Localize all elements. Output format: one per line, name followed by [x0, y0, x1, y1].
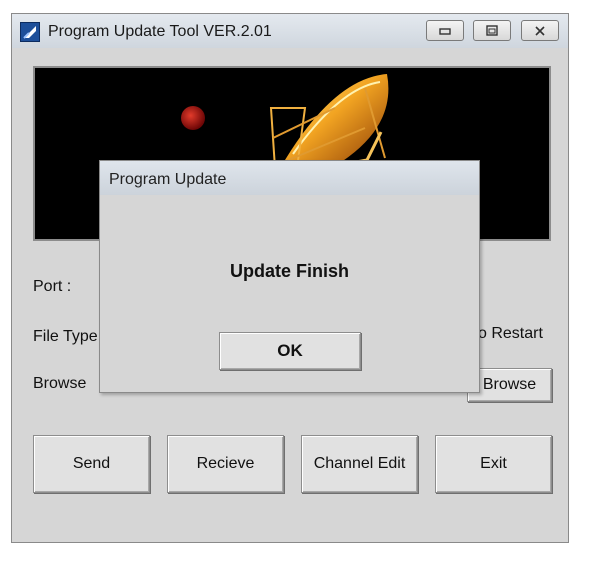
title-bar[interactable]: Program Update Tool VER.2.01	[12, 14, 568, 48]
channel-edit-button[interactable]: Channel Edit	[301, 435, 418, 493]
send-button[interactable]: Send	[33, 435, 150, 493]
file-type-label: File Type	[33, 328, 98, 345]
restore-button[interactable]	[473, 20, 511, 41]
receive-button[interactable]: Recieve	[167, 435, 284, 493]
restore-icon	[486, 24, 498, 36]
app-icon	[20, 22, 40, 42]
browse-label: Browse	[33, 375, 87, 392]
close-icon	[535, 25, 545, 36]
port-label: Port :	[33, 278, 72, 295]
exit-button[interactable]: Exit	[435, 435, 552, 493]
ok-button[interactable]: OK	[219, 332, 361, 370]
minimize-icon	[439, 27, 451, 35]
update-dialog: Program Update Update Finish OK	[99, 160, 480, 393]
minimize-button[interactable]	[426, 20, 464, 41]
dialog-title-bar[interactable]: Program Update	[100, 161, 479, 195]
dialog-message: Update Finish	[229, 261, 349, 281]
dialog-title: Program Update	[109, 171, 227, 188]
window-title: Program Update Tool VER.2.01	[48, 23, 272, 40]
restart-label: o Restart	[478, 325, 543, 342]
close-button[interactable]	[521, 20, 559, 41]
